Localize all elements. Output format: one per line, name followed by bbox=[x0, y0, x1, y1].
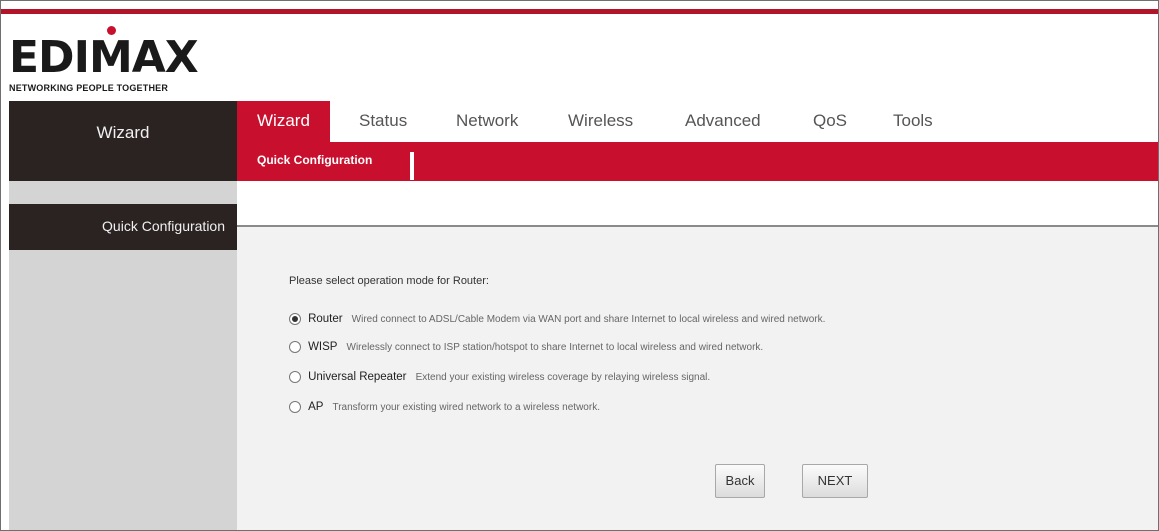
option-name: Universal Repeater bbox=[308, 371, 407, 383]
sidebar-item-label: Quick Configuration bbox=[102, 218, 225, 234]
sidebar: Wizard Quick Configuration bbox=[9, 101, 237, 530]
option-ap[interactable]: AP Transform your existing wired network… bbox=[289, 401, 600, 421]
wisp-radio[interactable] bbox=[289, 341, 301, 354]
option-name: WISP bbox=[308, 341, 338, 353]
option-name: Router bbox=[308, 313, 343, 325]
main-content: Please select operation mode for Router:… bbox=[237, 227, 1158, 530]
option-description: Wirelessly connect to ISP station/hotspo… bbox=[346, 342, 764, 353]
option-universal-repeater[interactable]: Universal Repeater Extend your existing … bbox=[289, 371, 710, 391]
option-name: AP bbox=[308, 401, 324, 413]
edimax-logo: EDIMAX NETWORKING PEOPLE TOGETHER bbox=[9, 26, 249, 96]
logo-wordmark: EDIMAX bbox=[9, 32, 199, 83]
main-nav: Wizard Status Network Wireless Advanced … bbox=[237, 101, 1158, 142]
option-description: Transform your existing wired network to… bbox=[332, 402, 600, 413]
tab-advanced[interactable]: Advanced bbox=[685, 101, 761, 142]
ap-radio[interactable] bbox=[289, 401, 301, 414]
mode-prompt: Please select operation mode for Router: bbox=[289, 275, 489, 287]
tab-wireless[interactable]: Wireless bbox=[568, 101, 633, 142]
top-accent-stripe bbox=[1, 9, 1158, 14]
router-radio[interactable] bbox=[289, 313, 301, 326]
next-button[interactable]: NEXT bbox=[802, 464, 868, 498]
sidebar-header: Wizard bbox=[9, 101, 237, 181]
option-description: Wired connect to ADSL/Cable Modem via WA… bbox=[351, 314, 826, 325]
router-admin-page: EDIMAX NETWORKING PEOPLE TOGETHER Wizard… bbox=[0, 0, 1159, 531]
tab-qos[interactable]: QoS bbox=[813, 101, 847, 142]
sidebar-item-quick-configuration[interactable]: Quick Configuration bbox=[9, 204, 237, 250]
tab-network[interactable]: Network bbox=[456, 101, 518, 142]
subtab-quick-configuration[interactable]: Quick Configuration bbox=[257, 153, 372, 167]
tab-status[interactable]: Status bbox=[359, 101, 407, 142]
universal-repeater-radio[interactable] bbox=[289, 371, 301, 384]
option-description: Extend your existing wireless coverage b… bbox=[415, 372, 711, 383]
tab-wizard[interactable]: Wizard bbox=[237, 101, 330, 142]
option-wisp[interactable]: WISP Wirelessly connect to ISP station/h… bbox=[289, 341, 763, 361]
sub-nav: Quick Configuration bbox=[237, 142, 1158, 181]
logo-tagline: NETWORKING PEOPLE TOGETHER bbox=[9, 83, 169, 93]
back-button[interactable]: Back bbox=[715, 464, 765, 498]
sidebar-header-label: Wizard bbox=[96, 123, 150, 142]
tab-tools[interactable]: Tools bbox=[893, 101, 933, 142]
option-router[interactable]: Router Wired connect to ADSL/Cable Modem… bbox=[289, 313, 825, 333]
subnav-divider bbox=[410, 152, 414, 180]
